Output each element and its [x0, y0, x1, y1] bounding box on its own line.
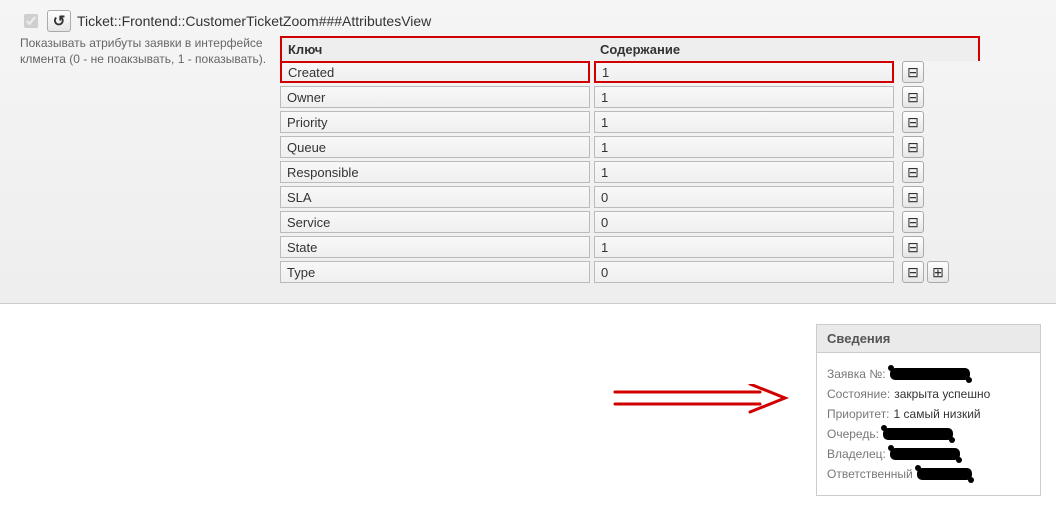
queue-label: Очередь:	[827, 427, 879, 441]
key-input[interactable]	[280, 111, 590, 133]
info-ticket-no: Заявка №:	[827, 367, 1030, 381]
remove-button[interactable]: ⊟	[902, 86, 924, 108]
row-buttons: ⊟	[902, 211, 924, 233]
annotation-arrow	[610, 384, 790, 414]
priority-label: Приоритет:	[827, 407, 890, 421]
key-input[interactable]	[280, 261, 590, 283]
info-priority: Приоритет: 1 самый низкий	[827, 407, 1030, 421]
table-row: ⊟	[280, 161, 980, 183]
owner-label: Владелец:	[827, 447, 886, 461]
table-row: ⊟	[280, 211, 980, 233]
config-body: Показывать атрибуты заявки в интерфейсе …	[20, 36, 1036, 283]
row-buttons: ⊟⊞	[902, 261, 949, 283]
key-input[interactable]	[280, 136, 590, 158]
remove-button[interactable]: ⊟	[902, 211, 924, 233]
key-input[interactable]	[280, 86, 590, 108]
remove-button[interactable]: ⊟	[902, 61, 924, 83]
key-input[interactable]	[280, 236, 590, 258]
value-input[interactable]	[594, 261, 894, 283]
table-row: ⊟⊞	[280, 261, 980, 283]
table-row: ⊟	[280, 61, 980, 83]
config-table: Ключ Содержание ⊟⊟⊟⊟⊟⊟⊟⊟⊟⊞	[280, 36, 980, 283]
key-input[interactable]	[280, 186, 590, 208]
info-owner: Владелец:	[827, 447, 1030, 461]
priority-value: 1 самый низкий	[894, 407, 981, 421]
table-header: Ключ Содержание	[280, 36, 980, 61]
row-buttons: ⊟	[902, 61, 924, 83]
lower-area: Сведения Заявка №: Состояние: закрыта ус…	[0, 304, 1056, 504]
value-input[interactable]	[594, 186, 894, 208]
config-description: Показывать атрибуты заявки в интерфейсе …	[20, 36, 280, 67]
table-row: ⊟	[280, 236, 980, 258]
remove-button[interactable]: ⊟	[902, 161, 924, 183]
key-input[interactable]	[280, 161, 590, 183]
state-value: закрыта успешно	[894, 387, 990, 401]
row-buttons: ⊟	[902, 161, 924, 183]
info-panel: Сведения Заявка №: Состояние: закрыта ус…	[816, 324, 1041, 496]
header-key: Ключ	[282, 38, 594, 61]
responsible-label: Ответственный	[827, 467, 913, 481]
ticket-no-label: Заявка №:	[827, 367, 886, 381]
row-buttons: ⊟	[902, 236, 924, 258]
redacted-value	[890, 448, 960, 460]
remove-button[interactable]: ⊟	[902, 236, 924, 258]
row-buttons: ⊟	[902, 136, 924, 158]
value-input[interactable]	[594, 136, 894, 158]
redacted-value	[883, 428, 953, 440]
value-input[interactable]	[594, 211, 894, 233]
remove-button[interactable]: ⊟	[902, 136, 924, 158]
config-block: ↺ Ticket::Frontend::CustomerTicketZoom##…	[0, 0, 1056, 304]
remove-button[interactable]: ⊟	[902, 261, 924, 283]
row-buttons: ⊟	[902, 111, 924, 133]
header-value: Содержание	[594, 38, 978, 61]
enable-checkbox[interactable]	[24, 14, 38, 28]
redacted-value	[890, 368, 970, 380]
state-label: Состояние:	[827, 387, 890, 401]
config-header: ↺ Ticket::Frontend::CustomerTicketZoom##…	[20, 10, 1036, 32]
value-input[interactable]	[594, 86, 894, 108]
value-input[interactable]	[594, 236, 894, 258]
row-buttons: ⊟	[902, 186, 924, 208]
info-panel-title: Сведения	[817, 325, 1040, 353]
value-input[interactable]	[594, 161, 894, 183]
table-row: ⊟	[280, 86, 980, 108]
info-panel-body: Заявка №: Состояние: закрыта успешно При…	[817, 353, 1040, 495]
value-input[interactable]	[594, 111, 894, 133]
add-button[interactable]: ⊞	[927, 261, 949, 283]
info-responsible: Ответственный	[827, 467, 1030, 481]
redacted-value	[917, 468, 972, 480]
revert-icon: ↺	[53, 12, 66, 30]
key-input[interactable]	[280, 211, 590, 233]
table-row: ⊟	[280, 111, 980, 133]
row-buttons: ⊟	[902, 86, 924, 108]
config-title: Ticket::Frontend::CustomerTicketZoom###A…	[77, 13, 431, 29]
info-state: Состояние: закрыта успешно	[827, 387, 1030, 401]
remove-button[interactable]: ⊟	[902, 186, 924, 208]
revert-button[interactable]: ↺	[47, 10, 71, 32]
remove-button[interactable]: ⊟	[902, 111, 924, 133]
value-input[interactable]	[594, 61, 894, 83]
table-row: ⊟	[280, 186, 980, 208]
info-queue: Очередь:	[827, 427, 1030, 441]
key-input[interactable]	[280, 61, 590, 83]
table-row: ⊟	[280, 136, 980, 158]
